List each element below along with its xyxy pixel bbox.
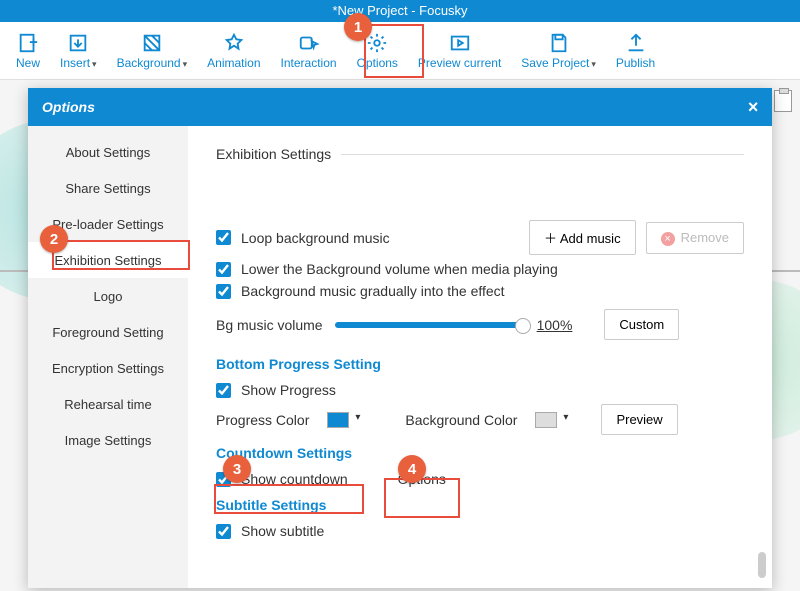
loop-music-checkbox[interactable] [216, 230, 231, 245]
sidebar-item-foreground[interactable]: Foreground Setting [28, 314, 188, 350]
countdown-heading: Countdown Settings [216, 445, 744, 461]
callout-badge-4: 4 [398, 455, 426, 483]
modal-header: Options × [28, 88, 772, 126]
sidebar-item-rehearsal[interactable]: Rehearsal time [28, 386, 188, 422]
bg-volume-label: Bg music volume [216, 317, 323, 333]
preview-label: Preview current [418, 56, 501, 70]
interaction-label: Interaction [281, 56, 337, 70]
remove-music-button[interactable]: ×Remove [646, 222, 744, 254]
gradual-effect-label: Background music gradually into the effe… [241, 283, 505, 299]
settings-content: Exhibition Settings Loop background musi… [188, 126, 772, 588]
gradual-effect-checkbox[interactable] [216, 284, 231, 299]
show-progress-label: Show Progress [241, 382, 336, 398]
clipboard-icon[interactable] [774, 90, 792, 112]
bg-volume-value: 100% [537, 317, 573, 333]
options-label: Options [357, 56, 398, 70]
sidebar-item-image[interactable]: Image Settings [28, 422, 188, 458]
bg-color-label: Background Color [405, 412, 517, 428]
lower-volume-label: Lower the Background volume when media p… [241, 261, 558, 277]
progress-color-label: Progress Color [216, 412, 309, 428]
plus-icon: ＋ [544, 231, 560, 246]
save-button[interactable]: Save Project [515, 28, 602, 74]
close-icon[interactable]: × [747, 97, 758, 118]
background-button[interactable]: Background [111, 28, 194, 74]
remove-icon: × [661, 232, 675, 246]
loop-music-label: Loop background music [241, 230, 519, 246]
exhibition-title: Exhibition Settings [216, 146, 331, 162]
show-subtitle-checkbox[interactable] [216, 524, 231, 539]
add-music-button[interactable]: ＋ Add music [529, 220, 636, 255]
publish-label: Publish [616, 56, 655, 70]
insert-button[interactable]: Insert [54, 28, 103, 74]
show-countdown-label: Show countdown [241, 471, 348, 487]
show-subtitle-label: Show subtitle [241, 523, 324, 539]
preview-progress-button[interactable]: Preview [601, 404, 677, 435]
callout-badge-1: 1 [344, 13, 372, 41]
bottom-progress-heading: Bottom Progress Setting [216, 356, 744, 372]
sidebar-item-share[interactable]: Share Settings [28, 170, 188, 206]
main-toolbar: New Insert Background Animation Interact… [0, 22, 800, 80]
animation-label: Animation [207, 56, 260, 70]
options-modal: Options × About Settings Share Settings … [28, 88, 772, 588]
subtitle-heading: Subtitle Settings [216, 497, 744, 513]
insert-label: Insert [60, 56, 97, 70]
scrollbar[interactable] [758, 552, 766, 578]
custom-button[interactable]: Custom [604, 309, 679, 340]
callout-badge-2: 2 [40, 225, 68, 253]
publish-button[interactable]: Publish [610, 28, 661, 74]
interaction-button[interactable]: Interaction [275, 28, 343, 74]
progress-color-picker[interactable] [327, 412, 349, 428]
sidebar-item-encryption[interactable]: Encryption Settings [28, 350, 188, 386]
bg-volume-slider[interactable] [335, 322, 525, 328]
show-progress-checkbox[interactable] [216, 383, 231, 398]
sidebar-item-logo[interactable]: Logo [28, 278, 188, 314]
settings-sidebar: About Settings Share Settings Pre-loader… [28, 126, 188, 588]
callout-badge-3: 3 [223, 455, 251, 483]
preview-button[interactable]: Preview current [412, 28, 507, 74]
save-label: Save Project [521, 56, 596, 70]
modal-title: Options [42, 99, 95, 115]
background-label: Background [117, 56, 188, 70]
exhibition-header: Exhibition Settings [216, 146, 744, 162]
lower-volume-checkbox[interactable] [216, 262, 231, 277]
bg-color-picker[interactable] [535, 412, 557, 428]
new-label: New [16, 56, 40, 70]
new-button[interactable]: New [10, 28, 46, 74]
animation-button[interactable]: Animation [201, 28, 266, 74]
sidebar-item-about[interactable]: About Settings [28, 134, 188, 170]
window-title: *New Project - Focusky [0, 0, 800, 22]
